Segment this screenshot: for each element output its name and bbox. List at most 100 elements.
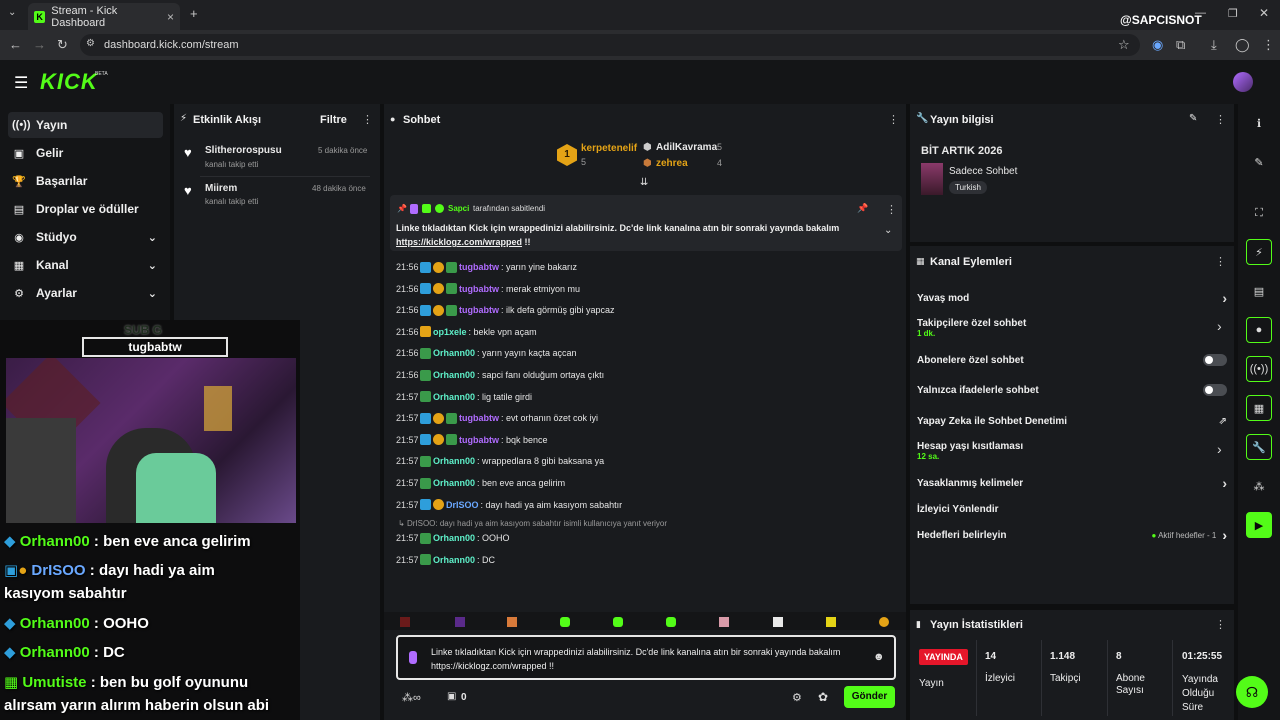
send-button[interactable]: Gönder	[844, 686, 895, 708]
emote-icon[interactable]	[400, 617, 410, 627]
message-username[interactable]: op1xele	[433, 327, 467, 337]
pinned-by[interactable]: Sapci	[448, 204, 469, 213]
message-username[interactable]: Orhann00	[433, 555, 475, 565]
sidebar-item-studyo[interactable]: ◉ Stüdyo ⌄	[8, 224, 163, 250]
emote-icon[interactable]	[666, 617, 676, 627]
expand-leaderboard-icon[interactable]: ⇊	[640, 177, 648, 188]
info-icon[interactable]: ℹ	[1246, 110, 1272, 136]
message-username[interactable]: tugbabtw	[459, 413, 499, 423]
maximize-icon[interactable]: ❐	[1228, 7, 1238, 20]
tab-close-icon[interactable]: ×	[167, 10, 174, 24]
pinned-link[interactable]: https://kicklogz.com/wrapped	[396, 237, 522, 247]
stream-rail-icon[interactable]: ▶	[1246, 512, 1272, 538]
activity-rail-icon[interactable]: ⚡	[1246, 239, 1272, 265]
url-field[interactable]: dashboard.kick.com/stream	[80, 34, 1140, 56]
tab-list-icon[interactable]: ⌄	[8, 7, 16, 18]
emotes-only-toggle[interactable]	[1203, 384, 1227, 396]
message-username[interactable]: tugbabtw	[459, 435, 499, 445]
message-username[interactable]: tugbabtw	[459, 284, 499, 294]
gifter-name[interactable]: AdilKavrama	[656, 142, 717, 153]
edit-icon[interactable]: ✎	[1246, 149, 1272, 175]
activity-menu-icon[interactable]: ⋮	[362, 113, 373, 126]
message-username[interactable]: Orhann00	[433, 392, 475, 402]
back-icon[interactable]: ←	[9, 37, 22, 52]
setting-followers-only[interactable]: Takipçilere özel sohbet 1 dk.	[917, 315, 1227, 341]
channel-actions-menu-icon[interactable]: ⋮	[1215, 255, 1226, 268]
setting-banned-words[interactable]: Yasaklanmış kelimeler ›	[917, 470, 1227, 496]
profile-icon[interactable]: ◯	[1235, 37, 1250, 53]
gift-icon[interactable]: ▣	[447, 691, 456, 702]
category-thumbnail[interactable]	[921, 163, 943, 195]
activity-user[interactable]: Miirem	[205, 183, 237, 194]
sidebar-item-kanal[interactable]: ▦ Kanal ⌄	[8, 252, 163, 278]
broadcast-rail-icon[interactable]: ((•))	[1246, 356, 1272, 382]
gifter-name[interactable]: zehrea	[656, 158, 688, 169]
edit-icon[interactable]: ✎	[1189, 113, 1197, 124]
setting-raid[interactable]: İzleyici Yönlendir	[917, 496, 1227, 522]
emote-icon[interactable]	[879, 617, 889, 627]
setting-goals[interactable]: Hedefleri belirleyin ● Aktif hedefler - 1…	[917, 522, 1227, 548]
chat-menu-icon[interactable]: ⋮	[888, 113, 899, 126]
emote-icon[interactable]	[507, 617, 517, 627]
filter-button[interactable]: Filtre	[320, 114, 347, 126]
wrench-rail-icon[interactable]: 🔧	[1246, 434, 1272, 460]
notes-icon[interactable]: ▤	[1246, 278, 1272, 304]
hamburger-icon[interactable]: ☰	[14, 73, 28, 93]
window-close-icon[interactable]: ✕	[1259, 6, 1269, 20]
emote-icon[interactable]	[613, 617, 623, 627]
message-username[interactable]: Orhann00	[433, 478, 475, 488]
forward-icon[interactable]: →	[33, 37, 46, 52]
sidebar-item-gelir[interactable]: ▣ Gelir	[8, 140, 163, 166]
chat-settings-icon[interactable]: ⚙	[792, 691, 802, 704]
new-tab-icon[interactable]: +	[190, 6, 198, 21]
top-gifter-name[interactable]: kerpetenelif	[581, 143, 637, 154]
stream-info-menu-icon[interactable]: ⋮	[1215, 113, 1226, 126]
focus-icon[interactable]: ⛶	[1246, 200, 1272, 226]
emote-icon[interactable]	[773, 617, 783, 627]
browser-menu-icon[interactable]: ⋮	[1262, 37, 1275, 53]
emote-picker-icon[interactable]: ✿	[818, 690, 828, 704]
emote-icon[interactable]	[560, 617, 570, 627]
stream-stats-menu-icon[interactable]: ⋮	[1215, 618, 1226, 631]
activity-user[interactable]: Slitherorospusu	[205, 145, 282, 156]
sidebar-item-ayarlar[interactable]: ⚙ Ayarlar ⌄	[8, 280, 163, 306]
site-info-icon[interactable]: ⚙	[86, 38, 95, 49]
message-username[interactable]: Orhann00	[433, 348, 475, 358]
setting-subscribers-only[interactable]: Abonelere özel sohbet	[917, 347, 1227, 373]
kick-logo[interactable]: KICK	[40, 69, 98, 95]
sidebar-item-droplar[interactable]: ▤ Droplar ve ödüller	[8, 196, 163, 222]
points-icon[interactable]: ⁂∞	[402, 691, 421, 704]
pinned-menu-icon[interactable]: ⋮	[886, 203, 897, 216]
minimize-icon[interactable]: —	[1195, 7, 1206, 19]
setting-emotes-only[interactable]: Yalnızca ifadelerle sohbet	[917, 377, 1227, 403]
message-username[interactable]: tugbabtw	[459, 262, 499, 272]
support-icon[interactable]: ☊	[1236, 676, 1268, 708]
setting-ai-moderation[interactable]: Yapay Zeka ile Sohbet Denetimi ⇗	[917, 408, 1227, 434]
sidebar-item-yayin[interactable]: ((•)) Yayın	[8, 112, 163, 138]
sidebar-item-basarilar[interactable]: 🏆 Başarılar	[8, 168, 163, 194]
message-username[interactable]: Orhann00	[433, 533, 475, 543]
setting-slow-mode[interactable]: Yavaş mod ›	[917, 285, 1227, 311]
subscribers-only-toggle[interactable]	[1203, 354, 1227, 366]
puzzle-icon[interactable]: ⧉	[1176, 37, 1185, 53]
category-name[interactable]: Sadece Sohbet	[949, 166, 1017, 177]
setting-account-age[interactable]: Hesap yaşı kısıtlaması 12 sa.	[917, 438, 1227, 464]
emote-icon[interactable]	[826, 617, 836, 627]
message-username[interactable]: tugbabtw	[459, 305, 499, 315]
chat-input-text[interactable]: Linke tıkladıktan Kick için wrappedinizi…	[431, 645, 861, 673]
bookmark-star-icon[interactable]: ☆	[1118, 37, 1130, 53]
message-username[interactable]: Orhann00	[433, 456, 475, 466]
message-username[interactable]: DrISOO	[446, 500, 479, 510]
actions-rail-icon[interactable]: ▦	[1246, 395, 1272, 421]
avatar[interactable]	[1233, 72, 1253, 92]
extension-icon[interactable]: ◉	[1152, 37, 1163, 53]
message-username[interactable]: Orhann00	[433, 370, 475, 380]
chevron-down-icon[interactable]: ⌄	[884, 225, 892, 236]
download-icon[interactable]: ⤓	[1211, 37, 1217, 53]
emote-icon[interactable]	[455, 617, 465, 627]
emoji-icon[interactable]: ☻	[873, 651, 885, 663]
browser-tab[interactable]: K Stream - Kick Dashboard ×	[28, 3, 180, 30]
chat-rail-icon[interactable]: ●	[1246, 317, 1272, 343]
reload-icon[interactable]: ↻	[57, 37, 68, 53]
share-icon[interactable]: ⁂	[1246, 473, 1272, 499]
